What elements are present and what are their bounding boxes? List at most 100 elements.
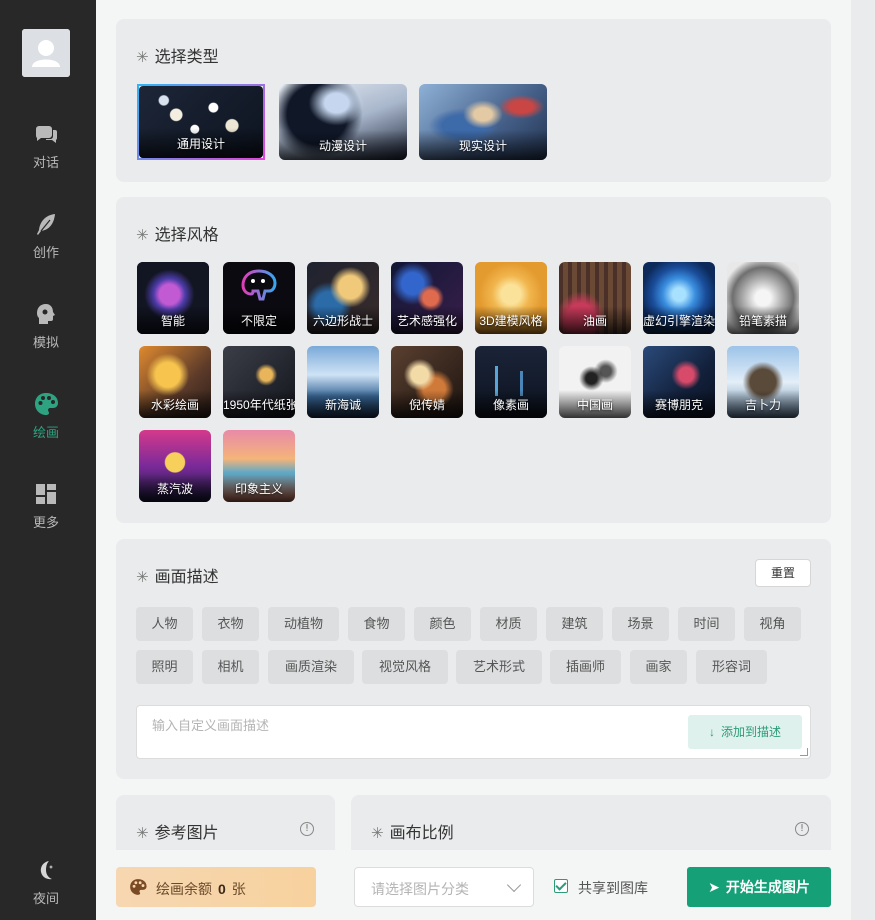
sidebar-item-chat[interactable]: 对话 [0, 120, 92, 171]
style-tile[interactable]: 铅笔素描 [727, 262, 799, 334]
chat-icon [36, 126, 58, 143]
bottom-action-bar: 绘画余额 0 张 请选择图片分类 共享到图库 ➤ 开始生成图片 [96, 850, 851, 920]
info-icon[interactable]: ! [300, 822, 314, 836]
style-tile[interactable]: 倪传婧 [391, 346, 463, 418]
style-tile[interactable]: 虚幻引擎渲染 [643, 262, 715, 334]
tile-label: 不限定 [240, 314, 277, 328]
reset-button[interactable]: 重置 [755, 559, 811, 587]
description-section: ✳ 画面描述 重置 人物 衣物 动植物 食物 颜色 材质 建筑 场景 时间 视角 … [116, 539, 831, 779]
tile-label: 虚幻引擎渲染 [643, 314, 715, 328]
asterisk-icon: ✳ [136, 569, 149, 586]
tile-label: 3D建模风格 [479, 314, 543, 328]
tile-label: 1950年代纸张 [223, 398, 295, 412]
user-icon [22, 29, 70, 77]
type-tile-real[interactable]: 现实设计 [419, 84, 547, 160]
style-tile[interactable]: 吉卜力 [727, 346, 799, 418]
sidebar-item-more[interactable]: 更多 [0, 480, 92, 531]
section-title: ✳ 选择风格 [136, 227, 219, 244]
tag-chip[interactable]: 场景 [612, 607, 669, 641]
resize-handle[interactable] [800, 748, 808, 756]
style-tile[interactable]: 像素画 [475, 346, 547, 418]
info-icon[interactable]: ! [795, 822, 809, 836]
tag-chip[interactable]: 建筑 [546, 607, 603, 641]
tile-label: 艺术感强化 [396, 314, 457, 328]
tag-chip[interactable]: 动植物 [268, 607, 339, 641]
section-title: ✳ 选择类型 [136, 49, 219, 66]
sidebar-item-simulate[interactable]: 模拟 [0, 300, 92, 351]
tile-label: 倪传婧 [408, 398, 445, 412]
tile-label: 六边形战士 [312, 314, 373, 328]
tag-chip[interactable]: 照明 [136, 650, 193, 684]
category-select[interactable]: 请选择图片分类 [354, 867, 534, 907]
asterisk-icon: ✳ [136, 227, 149, 244]
style-tile[interactable]: 水彩绘画 [139, 346, 211, 418]
tag-chip[interactable]: 视角 [744, 607, 801, 641]
tag-chip[interactable]: 食物 [348, 607, 405, 641]
style-tile[interactable]: 智能 [137, 262, 209, 334]
add-to-description-button[interactable]: ↓ 添加到描述 [688, 715, 802, 749]
type-section: ✳ 选择类型 通用设计 动漫设计 现实设计 [116, 19, 831, 182]
tag-chip[interactable]: 形容词 [696, 650, 767, 684]
tile-label: 油画 [582, 314, 607, 328]
asterisk-icon: ✳ [136, 49, 149, 66]
balance-value: 0 [218, 881, 226, 897]
send-icon: ➤ [708, 879, 720, 895]
moon-icon [40, 861, 54, 880]
tag-chip[interactable]: 衣物 [202, 607, 259, 641]
type-tile-general[interactable]: 通用设计 [137, 84, 265, 160]
tag-chip[interactable]: 画质渲染 [268, 650, 354, 684]
feather-icon [37, 214, 55, 235]
chevron-down-icon [506, 877, 522, 893]
tag-chip[interactable]: 相机 [202, 650, 259, 684]
sidebar-item-paint[interactable]: 绘画 [0, 390, 92, 441]
tag-chip[interactable]: 艺术形式 [456, 650, 542, 684]
grid-icon [36, 484, 56, 504]
tile-label: 吉卜力 [744, 398, 781, 412]
style-tile[interactable]: 印象主义 [223, 430, 295, 502]
generate-button[interactable]: ➤ 开始生成图片 [687, 867, 831, 907]
tile-label: 水彩绘画 [150, 398, 199, 412]
scrollbar[interactable] [851, 0, 875, 920]
type-tile-anime[interactable]: 动漫设计 [279, 84, 407, 160]
style-tile[interactable]: 油画 [559, 262, 631, 334]
tag-chip[interactable]: 人物 [136, 607, 193, 641]
balance-label: 绘画余额 [156, 881, 212, 897]
tag-chip[interactable]: 视觉风格 [362, 650, 448, 684]
palette-icon [130, 879, 147, 895]
tag-chip[interactable]: 插画师 [550, 650, 621, 684]
sidebar: 对话 创作 模拟 绘画 更多 夜间 [0, 0, 96, 920]
avatar[interactable] [22, 29, 70, 77]
tile-label: 印象主义 [234, 482, 283, 496]
night-mode-toggle[interactable]: 夜间 [0, 856, 92, 907]
style-tile[interactable]: 中国画 [559, 346, 631, 418]
tag-chip[interactable]: 材质 [480, 607, 537, 641]
style-tile[interactable]: 新海诚 [307, 346, 379, 418]
tile-label: 赛博朋克 [654, 398, 703, 412]
style-tile[interactable]: 3D建模风格 [475, 262, 547, 334]
arrow-down-icon: ↓ [708, 725, 715, 739]
tag-chip[interactable]: 画家 [630, 650, 687, 684]
style-tile[interactable]: 不限定 [223, 262, 295, 334]
drawing-balance: 绘画余额 0 张 [116, 867, 316, 907]
tag-chip[interactable]: 颜色 [414, 607, 471, 641]
style-tile[interactable]: 赛博朋克 [643, 346, 715, 418]
share-checkbox[interactable] [554, 879, 568, 893]
sidebar-item-create[interactable]: 创作 [0, 210, 92, 261]
tile-label: 现实设计 [458, 139, 507, 153]
main-panel: ✳ 选择类型 通用设计 动漫设计 现实设计 ✳ 选择风格 智能 不限定 六边形战… [96, 0, 851, 920]
description-input[interactable]: 输入自定义画面描述 ↓ 添加到描述 [136, 705, 811, 759]
palette-icon [241, 269, 277, 301]
category-placeholder: 请选择图片分类 [371, 881, 469, 897]
asterisk-icon: ✳ [371, 825, 384, 842]
sidebar-item-label: 模拟 [32, 335, 59, 350]
style-tile[interactable]: 六边形战士 [307, 262, 379, 334]
section-title: ✳ 画面描述 [136, 569, 219, 586]
tile-label: 新海诚 [324, 398, 361, 412]
style-tile[interactable]: 艺术感强化 [391, 262, 463, 334]
style-tile[interactable]: 1950年代纸张 [223, 346, 295, 418]
style-tile[interactable]: 蒸汽波 [139, 430, 211, 502]
sidebar-item-label: 绘画 [32, 425, 59, 440]
style-section: ✳ 选择风格 智能 不限定 六边形战士 艺术感强化 3D建模风格 油画 虚幻引擎… [116, 197, 831, 523]
tag-chip[interactable]: 时间 [678, 607, 735, 641]
sidebar-item-label: 对话 [32, 155, 59, 170]
